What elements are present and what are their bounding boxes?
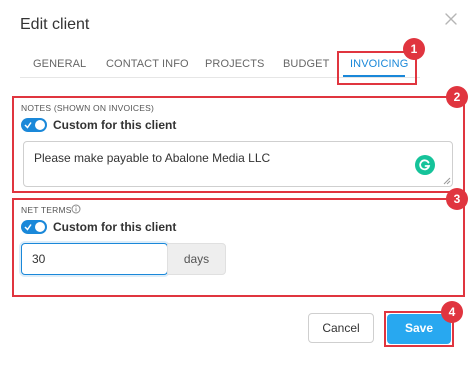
callout-badge-1: 1 <box>403 38 425 60</box>
callout-badge-3: 3 <box>446 188 468 210</box>
net-terms-custom-toggle[interactable] <box>21 220 47 234</box>
net-terms-section-label: NET TERMS <box>21 205 72 215</box>
tab-contact-info[interactable]: CONTACT INFO <box>106 58 189 70</box>
notes-toggle-label: Custom for this client <box>53 118 177 132</box>
net-terms-days-input[interactable] <box>21 243 168 275</box>
notes-section-label: NOTES (SHOWN ON INVOICES) <box>21 103 154 113</box>
toggle-knob <box>35 120 45 130</box>
check-icon <box>24 122 32 129</box>
callout-badge-4: 4 <box>441 301 463 323</box>
info-icon[interactable] <box>71 204 81 214</box>
days-unit-addon: days <box>167 243 226 275</box>
dialog-title: Edit client <box>20 16 90 33</box>
edit-client-dialog: Edit client GENERAL CONTACT INFO PROJECT… <box>0 0 475 365</box>
resize-handle-icon[interactable] <box>443 177 451 185</box>
save-button[interactable]: Save <box>387 314 451 344</box>
check-icon <box>24 224 32 231</box>
invoice-notes-textarea[interactable]: Please make payable to Abalone Media LLC <box>23 141 453 187</box>
cancel-button[interactable]: Cancel <box>308 313 374 343</box>
net-terms-toggle-label: Custom for this client <box>53 220 177 234</box>
notes-custom-toggle[interactable] <box>21 118 47 132</box>
callout-badge-2: 2 <box>446 86 468 108</box>
tab-budget[interactable]: BUDGET <box>283 58 329 70</box>
toggle-knob <box>35 222 45 232</box>
tab-general[interactable]: GENERAL <box>33 58 86 70</box>
close-icon[interactable] <box>444 12 458 26</box>
grammarly-icon[interactable] <box>415 155 435 175</box>
tab-projects[interactable]: PROJECTS <box>205 58 264 70</box>
